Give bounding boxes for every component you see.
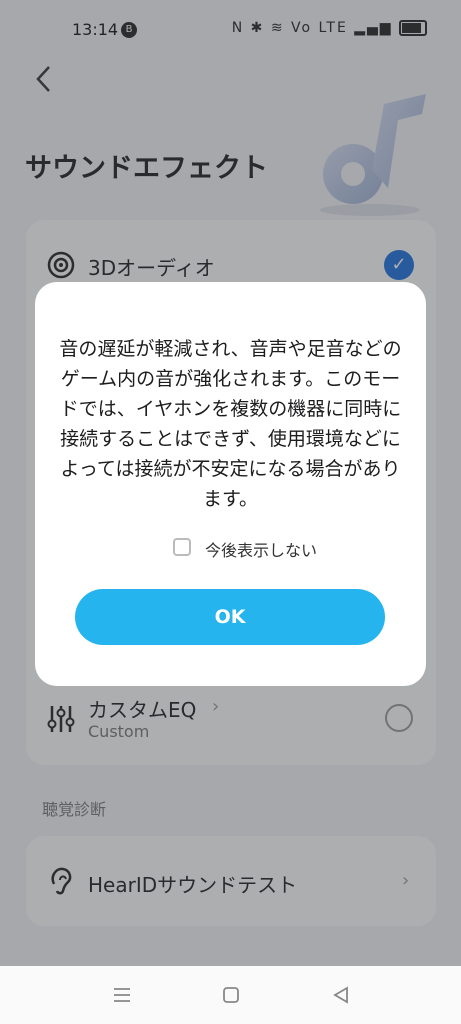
home-square-icon — [223, 987, 239, 1003]
system-nav-bar — [0, 966, 461, 1024]
dialog-message: 音の遅延が軽減され、音声や足音などのゲーム内の音が強化されます。このモードでは、… — [59, 338, 402, 510]
back-triangle-icon — [333, 986, 348, 1004]
menu-nav-button[interactable] — [111, 984, 133, 1006]
menu-icon — [114, 988, 130, 1002]
game-mode-dialog: 音の遅延が軽減され、音声や足音などのゲーム内の音が強化されます。このモードでは、… — [35, 282, 426, 686]
back-nav-button[interactable] — [330, 984, 352, 1006]
dont-show-again-checkbox[interactable] — [173, 538, 191, 556]
dont-show-again-label: 今後表示しない — [205, 541, 318, 560]
home-nav-button[interactable] — [220, 984, 242, 1006]
ok-button[interactable]: OK — [75, 589, 385, 645]
